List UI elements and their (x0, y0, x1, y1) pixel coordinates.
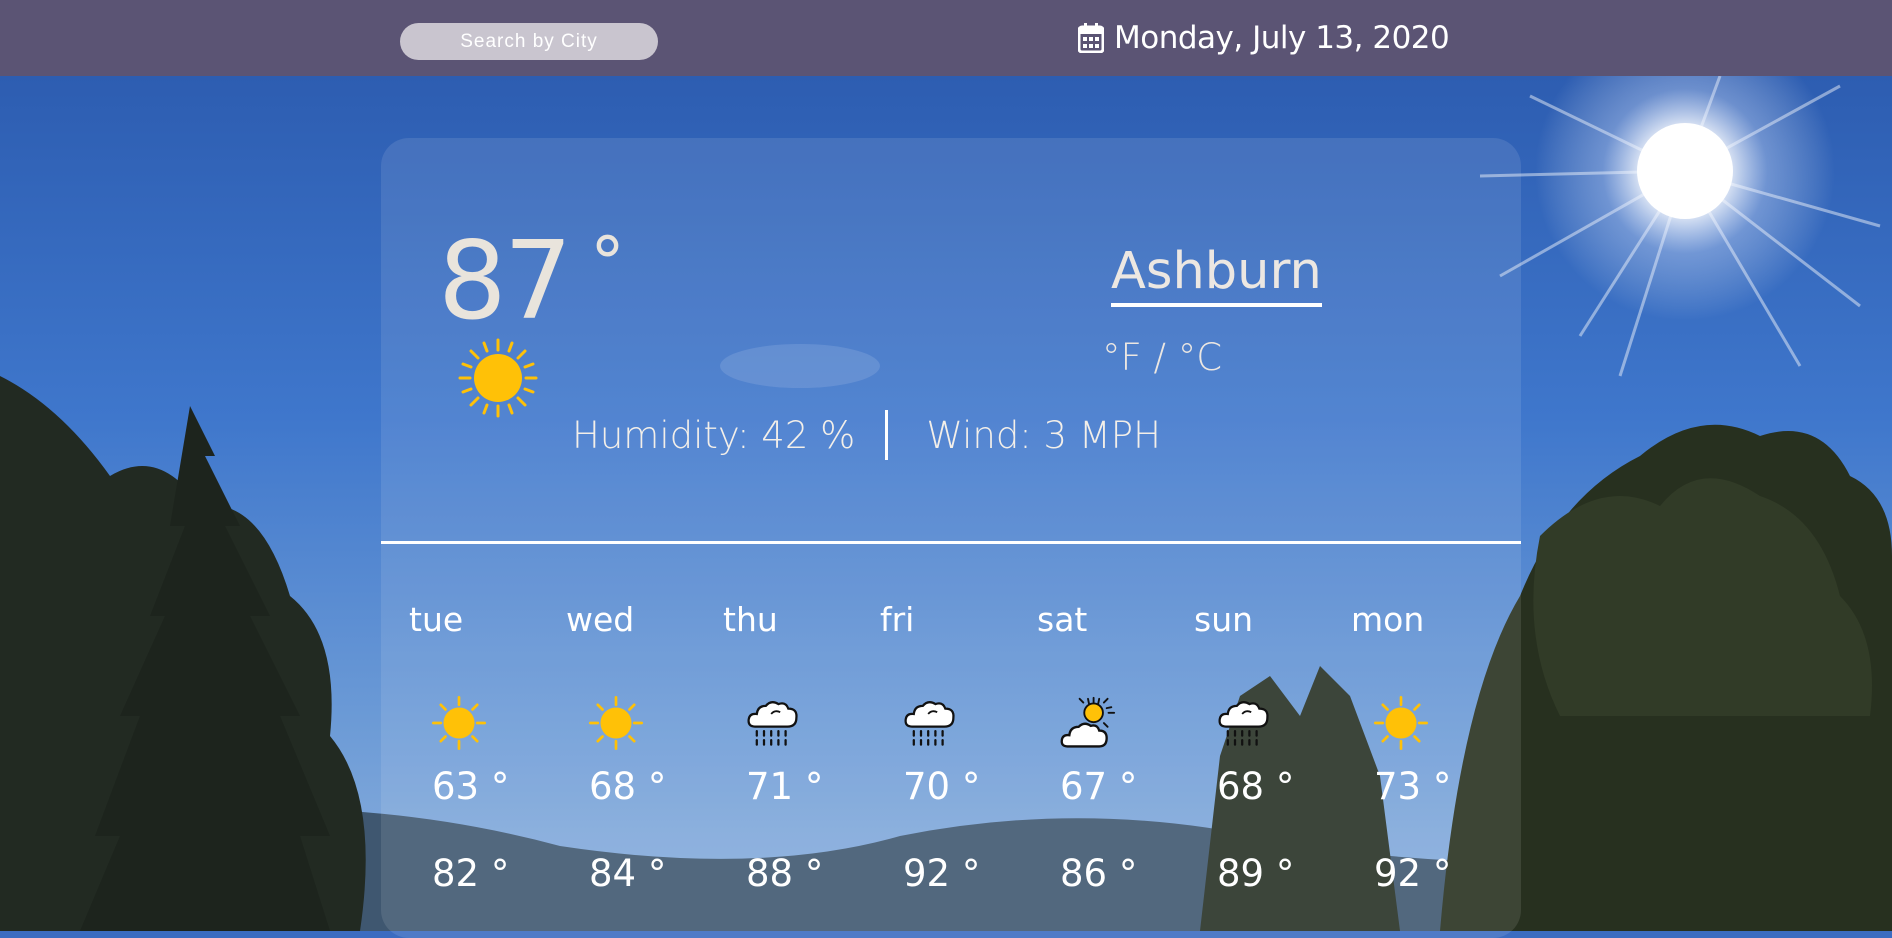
weather-stats: Humidity: 42 % Wind: 3 MPH (572, 410, 1161, 460)
forecast-high: 86 ° (1060, 852, 1138, 895)
rain-cloud-icon (904, 701, 955, 746)
degree-symbol: ° (590, 222, 625, 304)
rain-cloud-icon (747, 701, 798, 746)
forecast-high: 92 ° (903, 852, 981, 895)
forecast-low: 68 ° (589, 765, 667, 808)
unit-toggle[interactable]: °F / °C (1102, 336, 1222, 379)
forecast-high: 88 ° (746, 852, 824, 895)
forecast-high: 89 ° (1217, 852, 1295, 895)
forecast-high: 82 ° (432, 852, 510, 895)
sun-icon (1374, 696, 1428, 750)
sun-icon (458, 338, 538, 418)
wind-value: Wind: 3 MPH (926, 413, 1161, 457)
forecast-day-name: fri (880, 600, 915, 639)
top-bar: Monday, July 13, 2020 (0, 0, 1892, 76)
forecast-high: 84 ° (589, 852, 667, 895)
sun-icon (432, 696, 486, 750)
forecast-day-name: sat (1037, 600, 1088, 639)
forecast-day-name: sun (1194, 600, 1254, 639)
forecast-day-name: mon (1351, 600, 1425, 639)
humidity-value: Humidity: 42 % (572, 413, 856, 457)
forecast-low: 73 ° (1374, 765, 1452, 808)
forecast-day-name: wed (566, 600, 635, 639)
current-temperature: 87 (438, 219, 572, 344)
forecast-low: 67 ° (1060, 765, 1138, 808)
rain-cloud-icon (1218, 701, 1269, 746)
sun-glare (1479, 76, 1881, 377)
forecast-low: 68 ° (1217, 765, 1295, 808)
stats-divider (885, 410, 889, 460)
forecast-low: 63 ° (432, 765, 510, 808)
partly-cloudy-icon (1060, 696, 1116, 748)
forecast-low: 71 ° (746, 765, 824, 808)
forecast-day-name: thu (723, 600, 778, 639)
forecast-day-name: tue (409, 600, 464, 639)
date-display: Monday, July 13, 2020 (1078, 18, 1450, 58)
search-input[interactable] (400, 23, 658, 60)
current-date: Monday, July 13, 2020 (1114, 20, 1450, 56)
trees-left (0, 376, 366, 931)
card-divider (381, 541, 1521, 544)
city-name[interactable]: Ashburn (1111, 246, 1322, 307)
sun-icon (589, 696, 643, 750)
calendar-icon (1078, 23, 1104, 53)
forecast-low: 70 ° (903, 765, 981, 808)
forecast-high: 92 ° (1374, 852, 1452, 895)
